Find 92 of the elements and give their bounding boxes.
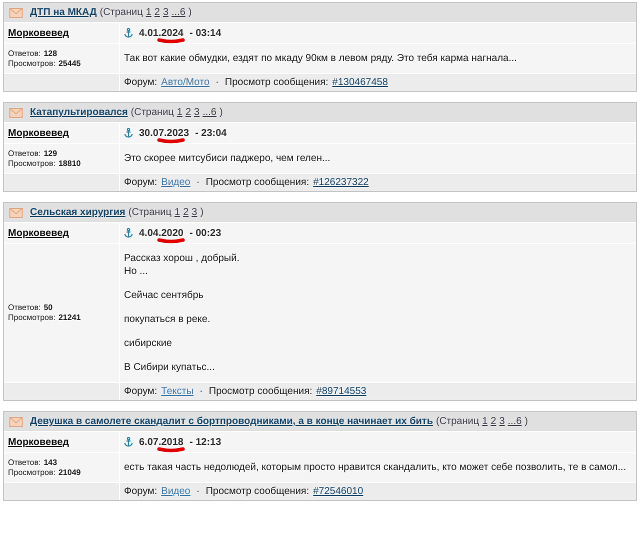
- envelope-icon: [9, 8, 23, 18]
- replies-count: 50: [44, 303, 53, 313]
- views-label: Просмотров:: [8, 158, 56, 168]
- separator-dot: ·: [216, 76, 219, 90]
- message-text: сибирские: [124, 337, 173, 350]
- forum-label: Форум:: [124, 385, 158, 399]
- page-link[interactable]: ...6: [202, 105, 216, 120]
- forum-link[interactable]: Авто/Мото: [161, 75, 210, 90]
- views-count: 18810: [58, 158, 81, 168]
- anchor-icon[interactable]: [124, 28, 133, 38]
- topic-link[interactable]: ДТП на МКАД: [30, 5, 97, 20]
- message-label: Просмотр сообщения:: [206, 176, 310, 190]
- message-label: Просмотр сообщения:: [208, 385, 312, 399]
- views-label: Просмотров:: [8, 313, 56, 323]
- message-text: покупаться в реке.: [124, 313, 212, 326]
- replies-count: 129: [44, 148, 58, 158]
- replies-count: 128: [44, 48, 58, 58]
- pages-label: (Страниц: [100, 6, 143, 20]
- envelope-icon: [9, 208, 23, 218]
- separator-dot: ·: [196, 176, 200, 190]
- page-link[interactable]: 1: [482, 414, 488, 429]
- forum-label: Форум:: [124, 485, 158, 499]
- envelope-icon: [9, 416, 23, 426]
- post-time: - 00:23: [190, 226, 222, 240]
- anchor-icon[interactable]: [124, 128, 133, 138]
- topic-link[interactable]: Катапультировался: [30, 105, 128, 120]
- message-link[interactable]: #130467458: [332, 75, 388, 90]
- author-name[interactable]: Морковевед: [8, 26, 70, 40]
- pages-label: (Страниц: [128, 206, 172, 220]
- message-text: Так вот какие обмудки, ездят по мкаду 90км в левом ряду. Это тебя карма нагнала...: [124, 52, 518, 65]
- page-link[interactable]: 3: [192, 205, 198, 220]
- post-date: 4.01.2024: [139, 28, 184, 38]
- author-name[interactable]: Морковевед: [8, 434, 70, 450]
- views-label: Просмотров:: [8, 468, 56, 478]
- views-label: Просмотров:: [8, 58, 56, 68]
- post-time: - 03:14: [190, 26, 222, 40]
- topic-link[interactable]: Сельская хирургия: [30, 205, 126, 220]
- pages-label: (Страниц: [436, 415, 480, 429]
- envelope-icon: [9, 108, 23, 118]
- forum-link[interactable]: Видео: [161, 175, 190, 190]
- topic-link[interactable]: Девушка в самолете скандалит с бортпроводниками, а в конце начинает их бить: [30, 414, 433, 429]
- page-link[interactable]: 3: [194, 105, 200, 120]
- page-link[interactable]: ...6: [508, 414, 522, 429]
- forum-label: Форум:: [124, 176, 158, 190]
- views-count: 21049: [58, 468, 81, 478]
- forum-label: Форум:: [124, 76, 158, 90]
- pages-close: ): [219, 106, 223, 120]
- post-time: - 12:13: [190, 436, 222, 450]
- replies-label: Ответов:: [8, 148, 41, 158]
- anchor-icon[interactable]: [124, 437, 133, 447]
- separator-dot: ·: [200, 385, 203, 399]
- page-link[interactable]: 2: [154, 5, 160, 20]
- replies-label: Ответов:: [8, 48, 41, 58]
- separator-dot: ·: [196, 485, 200, 499]
- pages-close: ): [200, 206, 204, 220]
- post-date: 4.04.2020: [139, 228, 184, 238]
- forum-link[interactable]: Тексты: [161, 384, 194, 399]
- page-link[interactable]: 3: [162, 5, 169, 20]
- author-name[interactable]: Морковевед: [8, 226, 70, 240]
- page-link[interactable]: 2: [490, 414, 496, 429]
- views-count: 21241: [58, 313, 81, 323]
- page-link[interactable]: 1: [174, 205, 180, 220]
- page-link[interactable]: 2: [185, 105, 192, 120]
- views-count: 25445: [58, 58, 81, 68]
- message-label: Просмотр сообщения:: [206, 485, 310, 499]
- message-link[interactable]: #126237322: [313, 175, 369, 190]
- page-link[interactable]: 1: [176, 105, 182, 120]
- message-label: Просмотр сообщения:: [224, 76, 328, 90]
- message-text: есть такая часть недолюдей, которым просто нравится скандалить, кто может себе позволить, те в самол...: [124, 461, 628, 474]
- message-text: В Сибири купатьс...: [124, 361, 216, 374]
- anchor-icon[interactable]: [124, 228, 133, 238]
- post-date: 6.07.2018: [139, 436, 184, 448]
- replies-label: Ответов:: [8, 458, 41, 468]
- post-date: 30.07.2023: [139, 128, 190, 138]
- page-link[interactable]: 1: [146, 5, 152, 20]
- pages-label: (Страниц: [130, 106, 174, 120]
- page-link[interactable]: 2: [183, 205, 189, 220]
- page-link[interactable]: ...6: [172, 5, 186, 20]
- message-text: Сейчас сентябрь: [124, 289, 204, 302]
- message-link[interactable]: #72546010: [313, 484, 364, 499]
- forum-link[interactable]: Видео: [161, 484, 190, 499]
- author-name[interactable]: Морковевед: [8, 126, 70, 140]
- message-text: Это скорее митсубиси паджеро, чем гелен...: [124, 152, 332, 165]
- pages-close: ): [188, 6, 192, 20]
- replies-label: Ответов:: [8, 303, 41, 313]
- pages-close: ): [524, 415, 528, 429]
- post-time: - 23:04: [195, 126, 227, 140]
- replies-count: 143: [44, 458, 58, 468]
- page-link[interactable]: 3: [499, 414, 505, 429]
- message-text: Рассказ хорош , добрый.: [124, 252, 240, 265]
- message-text: Но ...: [124, 265, 149, 278]
- message-link[interactable]: #89714553: [316, 384, 366, 399]
